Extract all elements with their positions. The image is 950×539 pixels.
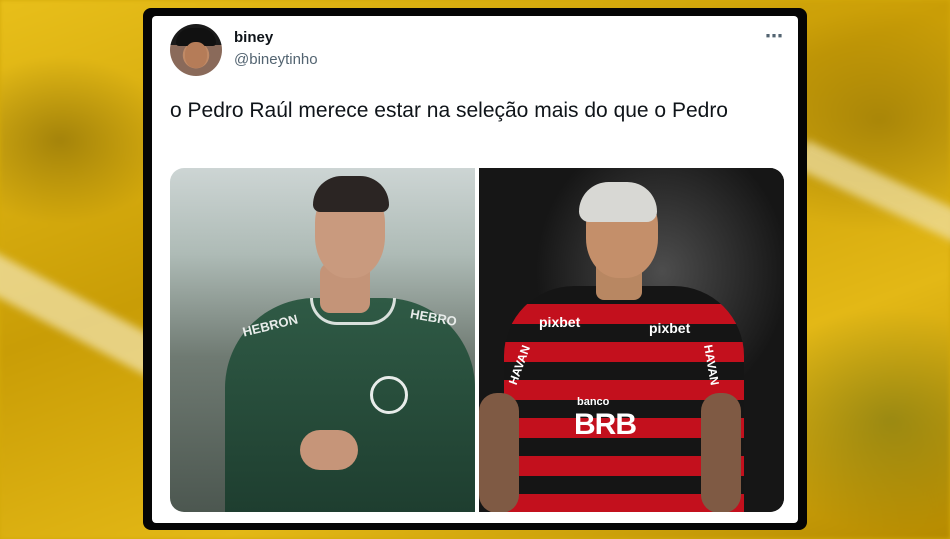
jersey-sponsor-text: pixbet xyxy=(649,320,691,336)
jersey-sponsor-text: BRB xyxy=(574,408,637,441)
display-name[interactable]: biney xyxy=(234,29,273,46)
tweet-text: o Pedro Raúl merece estar na seleção mai… xyxy=(170,99,728,122)
player-arm xyxy=(701,393,741,512)
player-hair xyxy=(579,182,657,222)
photo-pedro[interactable]: pixbet pixbet HAVAN HAVAN banco BRB xyxy=(479,168,784,512)
jersey-sponsor-text: pixbet xyxy=(539,314,581,330)
avatar-face xyxy=(185,42,207,68)
jersey-collar xyxy=(310,298,396,325)
tweet-card: biney @bineytinho ⋯ o Pedro Raúl merece … xyxy=(152,16,798,523)
avatar[interactable] xyxy=(170,24,222,76)
player-arm xyxy=(479,393,519,512)
user-handle[interactable]: @bineytinho xyxy=(234,51,318,68)
player-hair xyxy=(313,176,389,212)
player-hand xyxy=(300,430,358,470)
tweet-media[interactable]: HEBRON HEBRO pixbet pixbet HAVAN HAVAN b… xyxy=(170,168,784,512)
photo-pedro-raul[interactable]: HEBRON HEBRO xyxy=(170,168,475,512)
more-options-icon[interactable]: ⋯ xyxy=(765,26,784,47)
jersey-sponsor-text: banco xyxy=(577,396,610,408)
club-crest-icon xyxy=(370,376,408,414)
